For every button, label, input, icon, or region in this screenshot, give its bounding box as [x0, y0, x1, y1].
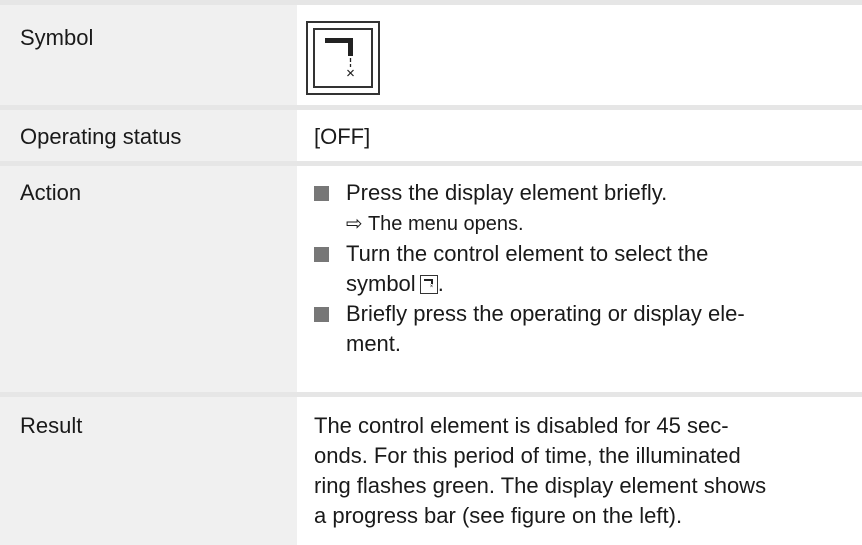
- bullet-square-icon: [314, 247, 329, 262]
- row-label: Operating status: [0, 110, 297, 161]
- bullet-square-icon: [314, 307, 329, 322]
- result-text-line: onds. For this period of time, the illum…: [314, 443, 741, 468]
- lock-control-icon: [306, 21, 380, 95]
- action-step-text: Briefly press the operating or display e…: [346, 301, 745, 326]
- action-step-text: Press the display element briefly.: [346, 180, 668, 205]
- row-label: Action: [0, 166, 297, 392]
- result-text-line: The control element is disabled for 45 s…: [314, 413, 729, 438]
- lock-control-icon-inner: [313, 28, 373, 88]
- row-value: Press the display element briefly. ⇨ The…: [297, 166, 862, 392]
- row-label: Result: [0, 397, 297, 545]
- row-result: Result The control element is disabled f…: [0, 397, 862, 545]
- instruction-table: Symbol Operating status [OFF] Action Pre…: [0, 0, 862, 545]
- action-step-text: ment.: [346, 331, 402, 356]
- action-step-result-text: ⇨ The menu opens.: [346, 213, 524, 235]
- row-symbol: Symbol: [0, 5, 862, 105]
- action-step: Press the display element briefly.: [314, 178, 848, 208]
- action-step: Briefly press the operating or display e…: [314, 299, 848, 359]
- result-text-line: ring flashes green. The display element …: [314, 473, 767, 498]
- action-step-result: ⇨ The menu opens.: [314, 208, 848, 239]
- action-step-text: symbol: [346, 271, 416, 296]
- action-step-text: .: [437, 271, 444, 296]
- lock-control-glyph: [325, 38, 354, 77]
- row-label: Symbol: [0, 5, 297, 105]
- action-step-text: Turn the control element to select the: [346, 241, 709, 266]
- action-steps: Press the display element briefly. ⇨ The…: [314, 178, 848, 359]
- operating-status-label: Operating status: [20, 124, 182, 149]
- result-text-line: a progress bar (see figure on the left).: [314, 503, 683, 528]
- row-value: The control element is disabled for 45 s…: [297, 397, 862, 545]
- row-value: [OFF]: [297, 110, 862, 161]
- result-label: Result: [20, 413, 83, 438]
- row-action: Action Press the display element briefly…: [0, 166, 862, 392]
- operating-status-value: [OFF]: [314, 124, 371, 149]
- lock-control-icon: ×: [419, 275, 438, 294]
- row-operating-status: Operating status [OFF]: [0, 110, 862, 161]
- bullet-square-icon: [314, 186, 329, 201]
- action-step: Turn the control element to select the s…: [314, 239, 848, 299]
- symbol-label: Symbol: [20, 25, 94, 50]
- row-value: [297, 5, 862, 105]
- action-label: Action: [20, 180, 82, 205]
